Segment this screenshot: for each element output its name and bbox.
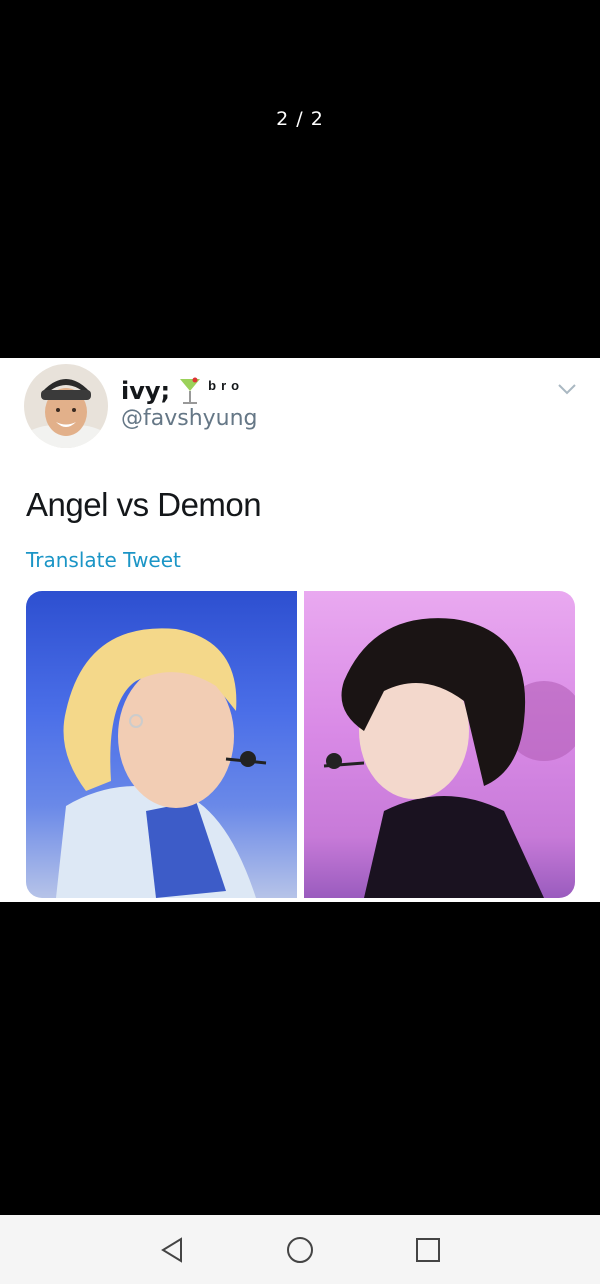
display-name[interactable]: ivy; xyxy=(121,377,170,405)
photo-demon[interactable] xyxy=(304,591,575,898)
user-handle[interactable]: @favshyung xyxy=(121,406,258,431)
cocktail-icon xyxy=(178,376,202,406)
tweet-card: ivy; bro @favshyung Angel vs Demon Trans… xyxy=(0,358,600,902)
back-icon[interactable] xyxy=(157,1235,187,1265)
home-icon[interactable] xyxy=(285,1235,315,1265)
image-counter: 2 / 2 xyxy=(276,108,324,130)
recents-icon[interactable] xyxy=(413,1235,443,1265)
translate-tweet-link[interactable]: Translate Tweet xyxy=(26,548,181,572)
tweet-media[interactable] xyxy=(26,591,575,898)
name-row: ivy; bro xyxy=(121,376,244,406)
photo-angel[interactable] xyxy=(26,591,297,898)
tweet-text: Angel vs Demon xyxy=(26,486,262,523)
name-suffix: bro xyxy=(208,377,245,393)
system-nav-bar xyxy=(0,1215,600,1284)
chevron-down-icon[interactable] xyxy=(556,382,578,396)
avatar[interactable] xyxy=(24,364,108,448)
